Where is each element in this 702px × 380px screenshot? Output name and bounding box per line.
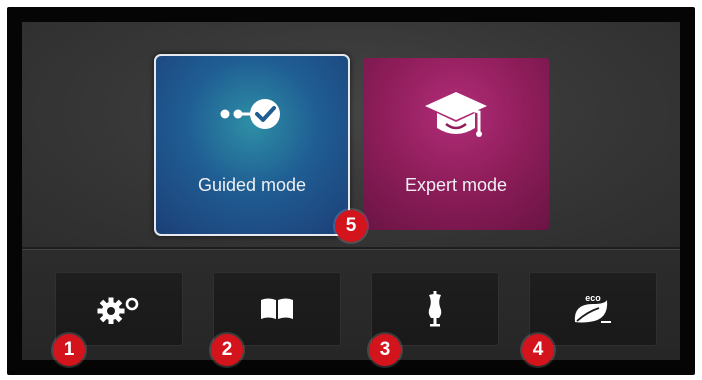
expert-mode-button[interactable]: Expert mode — [363, 58, 549, 230]
callout-badge-5: 5 — [335, 210, 367, 242]
book-icon — [261, 298, 293, 319]
settings-gears-icon — [97, 297, 139, 324]
callout-badge-3: 3 — [369, 334, 401, 366]
callout-badge-4: 4 — [522, 334, 554, 366]
eco-icon-text: eco — [585, 293, 601, 303]
guided-mode-button[interactable]: Guided mode — [154, 54, 350, 236]
callout-badge-1: 1 — [53, 334, 85, 366]
guided-steps-icon — [220, 99, 280, 129]
callout-badge-2: 2 — [211, 334, 243, 366]
graduation-cap-icon — [425, 92, 487, 137]
eco-leaf-icon: eco — [574, 293, 611, 323]
dress-form-icon — [428, 291, 442, 327]
eco-mode-button[interactable]: eco — [529, 272, 657, 346]
expert-mode-label: Expert mode — [404, 175, 508, 195]
touch-screen: Guided mode Expert mode eco — [22, 22, 680, 360]
guided-mode-label: Guided mode — [197, 175, 307, 195]
